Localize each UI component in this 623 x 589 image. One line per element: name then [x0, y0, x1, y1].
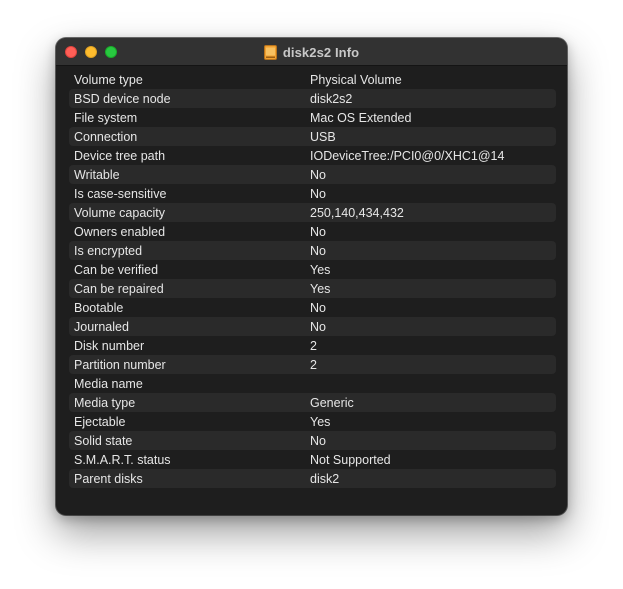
row-key: Owners enabled — [74, 224, 166, 239]
row-value: Generic — [310, 395, 354, 410]
table-row: Partition number 2 — [69, 355, 556, 374]
row-value: No — [310, 224, 326, 239]
row-key: Bootable — [74, 300, 124, 315]
table-row: Media name — [69, 374, 556, 393]
info-window: disk2s2 Info Volume type Physical Volume B… — [56, 38, 567, 515]
row-value: Mac OS Extended — [310, 110, 412, 125]
row-key: Partition number — [74, 357, 166, 372]
table-row: BSD device node disk2s2 — [69, 89, 556, 108]
table-row: Connection USB — [69, 127, 556, 146]
row-key: Disk number — [74, 338, 145, 353]
row-value: 2 — [310, 357, 317, 372]
table-row: Volume capacity 250,140,434,432 — [69, 203, 556, 222]
title-bar[interactable]: disk2s2 Info — [56, 38, 567, 66]
row-value: No — [310, 243, 326, 258]
row-value: disk2 — [310, 471, 340, 486]
table-row: Writable No — [69, 165, 556, 184]
window-title: disk2s2 Info — [282, 44, 360, 60]
row-value: No — [310, 186, 326, 201]
row-value: IODeviceTree:/PCI0@0/XHC1@14 — [310, 148, 505, 163]
table-row: Journaled No — [69, 317, 556, 336]
table-row: Can be verified Yes — [69, 260, 556, 279]
row-value: No — [310, 300, 326, 315]
table-row: Parent disks disk2 — [69, 469, 556, 488]
row-value: No — [310, 319, 326, 334]
row-key: Writable — [74, 167, 120, 182]
row-key: Volume type — [74, 72, 143, 87]
row-value: 2 — [310, 338, 317, 353]
row-key: File system — [74, 110, 138, 125]
row-key: S.M.A.R.T. status — [74, 452, 171, 467]
row-value: 250,140,434,432 — [310, 205, 404, 220]
table-row: Media type Generic — [69, 393, 556, 412]
row-key: Parent disks — [74, 471, 143, 486]
row-value: No — [310, 433, 326, 448]
table-row: Solid state No — [69, 431, 556, 450]
row-value: disk2s2 — [310, 91, 353, 106]
row-key: Journaled — [74, 319, 129, 334]
table-row: File system Mac OS Extended — [69, 108, 556, 127]
row-value: Yes — [310, 262, 331, 277]
row-value: Physical Volume — [310, 72, 402, 87]
external-drive-icon — [263, 44, 277, 60]
row-key: Connection — [74, 129, 138, 144]
row-key: Can be repaired — [74, 281, 164, 296]
table-row: Is case-sensitive No — [69, 184, 556, 203]
row-key: Media type — [74, 395, 136, 410]
table-row: Disk number 2 — [69, 336, 556, 355]
row-key: BSD device node — [74, 91, 171, 106]
window-title-group: disk2s2 Info — [56, 38, 567, 66]
row-key: Solid state — [74, 433, 133, 448]
row-key: Device tree path — [74, 148, 166, 163]
row-key: Can be verified — [74, 262, 159, 277]
row-value: Not Supported — [310, 452, 391, 467]
info-table: Volume type Physical Volume BSD device nod… — [69, 70, 556, 488]
table-row: Owners enabled No — [69, 222, 556, 241]
row-value: USB — [310, 129, 336, 144]
row-value: No — [310, 167, 326, 182]
row-key: Media name — [74, 376, 143, 391]
table-row: S.M.A.R.T. status Not Supported — [69, 450, 556, 469]
table-row: Volume type Physical Volume — [69, 70, 556, 89]
row-key: Ejectable — [74, 414, 126, 429]
table-row: Can be repaired Yes — [69, 279, 556, 298]
row-value: Yes — [310, 281, 331, 296]
table-row: Device tree path IODeviceTree:/PCI0@0/XHC… — [69, 146, 556, 165]
table-row: Is encrypted No — [69, 241, 556, 260]
row-value: Yes — [310, 414, 331, 429]
row-key: Volume capacity — [74, 205, 166, 220]
row-key: Is encrypted — [74, 243, 143, 258]
table-row: Ejectable Yes — [69, 412, 556, 431]
row-key: Is case-sensitive — [74, 186, 167, 201]
table-row: Bootable No — [69, 298, 556, 317]
